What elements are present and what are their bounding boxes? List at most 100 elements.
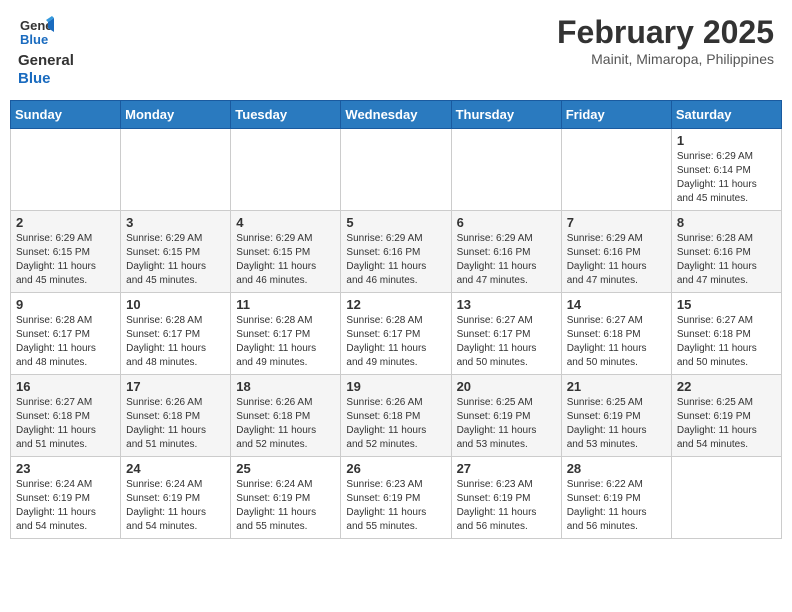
calendar-cell: 26 Sunrise: 6:23 AM Sunset: 6:19 PM Dayli…: [341, 457, 451, 539]
calendar-week-row: 9Sunrise: 6:28 AM Sunset: 6:17 PM Daylig…: [11, 293, 782, 375]
calendar-cell: 2 Sunrise: 6:29 AM Sunset: 6:15 PM Daylig…: [11, 211, 121, 293]
day-info: Sunrise: 6:22 AM Sunset: 6:19 PM Dayligh…: [567, 478, 666, 534]
day-info: Sunrise: 6:26 AM Sunset: 6:18 PM Dayligh…: [346, 396, 445, 452]
day-number: 5: [346, 215, 445, 230]
day-info: Sunrise: 6:25 AM Sunset: 6:19 PM Dayligh…: [677, 396, 776, 452]
day-number: 14: [567, 297, 666, 312]
logo-general: General: [18, 52, 74, 69]
calendar-cell: 11Sunrise: 6:28 AM Sunset: 6:17 PM Dayli…: [231, 293, 341, 375]
calendar-cell: 12Sunrise: 6:28 AM Sunset: 6:17 PM Dayli…: [341, 293, 451, 375]
day-info: Sunrise: 6:29 AM Sunset: 6:15 PM Dayligh…: [16, 232, 115, 288]
calendar-cell: 15 Sunrise: 6:27 AM Sunset: 6:18 PM Dayli…: [671, 293, 781, 375]
calendar-cell: 14 Sunrise: 6:27 AM Sunset: 6:18 PM Dayli…: [561, 293, 671, 375]
day-number: 24: [126, 461, 225, 476]
day-info: Sunrise: 6:24 AM Sunset: 6:19 PM Dayligh…: [236, 478, 335, 534]
calendar-cell: 3Sunrise: 6:29 AM Sunset: 6:15 PM Daylig…: [121, 211, 231, 293]
day-info: Sunrise: 6:24 AM Sunset: 6:19 PM Dayligh…: [126, 478, 225, 534]
logo: General Blue General Blue: [18, 14, 74, 88]
day-info: Sunrise: 6:27 AM Sunset: 6:17 PM Dayligh…: [457, 314, 556, 370]
day-info: Sunrise: 6:26 AM Sunset: 6:18 PM Dayligh…: [126, 396, 225, 452]
day-number: 2: [16, 215, 115, 230]
calendar-week-row: 23 Sunrise: 6:24 AM Sunset: 6:19 PM Dayli…: [11, 457, 782, 539]
day-number: 11: [236, 297, 335, 312]
calendar-cell: 24 Sunrise: 6:24 AM Sunset: 6:19 PM Dayli…: [121, 457, 231, 539]
day-number: 25: [236, 461, 335, 476]
calendar-cell: 18 Sunrise: 6:26 AM Sunset: 6:18 PM Dayli…: [231, 375, 341, 457]
day-info: Sunrise: 6:29 AM Sunset: 6:15 PM Dayligh…: [236, 232, 335, 288]
calendar-cell: 7 Sunrise: 6:29 AM Sunset: 6:16 PM Daylig…: [561, 211, 671, 293]
calendar-cell: 6 Sunrise: 6:29 AM Sunset: 6:16 PM Daylig…: [451, 211, 561, 293]
calendar-cell: 8 Sunrise: 6:28 AM Sunset: 6:16 PM Daylig…: [671, 211, 781, 293]
day-info: Sunrise: 6:25 AM Sunset: 6:19 PM Dayligh…: [457, 396, 556, 452]
calendar-cell: [121, 129, 231, 211]
weekday-header-tuesday: Tuesday: [231, 101, 341, 129]
day-number: 22: [677, 379, 776, 394]
day-info: Sunrise: 6:26 AM Sunset: 6:18 PM Dayligh…: [236, 396, 335, 452]
day-number: 6: [457, 215, 556, 230]
calendar-cell: 28 Sunrise: 6:22 AM Sunset: 6:19 PM Dayli…: [561, 457, 671, 539]
day-info: Sunrise: 6:29 AM Sunset: 6:14 PM Dayligh…: [677, 150, 776, 206]
day-info: Sunrise: 6:28 AM Sunset: 6:17 PM Dayligh…: [346, 314, 445, 370]
day-number: 13: [457, 297, 556, 312]
calendar-cell: 22 Sunrise: 6:25 AM Sunset: 6:19 PM Dayli…: [671, 375, 781, 457]
weekday-header-friday: Friday: [561, 101, 671, 129]
day-number: 3: [126, 215, 225, 230]
calendar-cell: 13 Sunrise: 6:27 AM Sunset: 6:17 PM Dayli…: [451, 293, 561, 375]
weekday-header-wednesday: Wednesday: [341, 101, 451, 129]
calendar-cell: 4 Sunrise: 6:29 AM Sunset: 6:15 PM Daylig…: [231, 211, 341, 293]
calendar-cell: 27 Sunrise: 6:23 AM Sunset: 6:19 PM Dayli…: [451, 457, 561, 539]
weekday-header-saturday: Saturday: [671, 101, 781, 129]
calendar-table: SundayMondayTuesdayWednesdayThursdayFrid…: [10, 100, 782, 539]
weekday-header-sunday: Sunday: [11, 101, 121, 129]
day-info: Sunrise: 6:29 AM Sunset: 6:16 PM Dayligh…: [346, 232, 445, 288]
calendar-cell: [231, 129, 341, 211]
calendar-cell: [671, 457, 781, 539]
day-info: Sunrise: 6:23 AM Sunset: 6:19 PM Dayligh…: [346, 478, 445, 534]
calendar-cell: 17Sunrise: 6:26 AM Sunset: 6:18 PM Dayli…: [121, 375, 231, 457]
logo-blue: Blue: [18, 70, 51, 87]
calendar-cell: 1 Sunrise: 6:29 AM Sunset: 6:14 PM Daylig…: [671, 129, 781, 211]
day-info: Sunrise: 6:27 AM Sunset: 6:18 PM Dayligh…: [567, 314, 666, 370]
day-info: Sunrise: 6:28 AM Sunset: 6:16 PM Dayligh…: [677, 232, 776, 288]
day-number: 19: [346, 379, 445, 394]
day-info: Sunrise: 6:27 AM Sunset: 6:18 PM Dayligh…: [677, 314, 776, 370]
day-number: 21: [567, 379, 666, 394]
day-number: 16: [16, 379, 115, 394]
day-info: Sunrise: 6:28 AM Sunset: 6:17 PM Dayligh…: [126, 314, 225, 370]
day-info: Sunrise: 6:28 AM Sunset: 6:17 PM Dayligh…: [16, 314, 115, 370]
calendar-cell: 5 Sunrise: 6:29 AM Sunset: 6:16 PM Daylig…: [341, 211, 451, 293]
location-subtitle: Mainit, Mimaropa, Philippines: [557, 51, 774, 67]
weekday-header-monday: Monday: [121, 101, 231, 129]
day-number: 20: [457, 379, 556, 394]
day-number: 27: [457, 461, 556, 476]
calendar-week-row: 2 Sunrise: 6:29 AM Sunset: 6:15 PM Daylig…: [11, 211, 782, 293]
day-number: 15: [677, 297, 776, 312]
calendar-cell: 16Sunrise: 6:27 AM Sunset: 6:18 PM Dayli…: [11, 375, 121, 457]
calendar-cell: 23 Sunrise: 6:24 AM Sunset: 6:19 PM Dayli…: [11, 457, 121, 539]
calendar-body: 1 Sunrise: 6:29 AM Sunset: 6:14 PM Daylig…: [11, 129, 782, 539]
day-number: 4: [236, 215, 335, 230]
day-info: Sunrise: 6:23 AM Sunset: 6:19 PM Dayligh…: [457, 478, 556, 534]
day-number: 18: [236, 379, 335, 394]
day-number: 28: [567, 461, 666, 476]
day-number: 1: [677, 133, 776, 148]
month-year-title: February 2025: [557, 14, 774, 51]
day-info: Sunrise: 6:29 AM Sunset: 6:16 PM Dayligh…: [457, 232, 556, 288]
day-number: 23: [16, 461, 115, 476]
calendar-header: SundayMondayTuesdayWednesdayThursdayFrid…: [11, 101, 782, 129]
day-info: Sunrise: 6:25 AM Sunset: 6:19 PM Dayligh…: [567, 396, 666, 452]
calendar-cell: 9Sunrise: 6:28 AM Sunset: 6:17 PM Daylig…: [11, 293, 121, 375]
calendar-cell: [341, 129, 451, 211]
day-number: 8: [677, 215, 776, 230]
calendar-cell: 19 Sunrise: 6:26 AM Sunset: 6:18 PM Dayli…: [341, 375, 451, 457]
day-info: Sunrise: 6:24 AM Sunset: 6:19 PM Dayligh…: [16, 478, 115, 534]
calendar-week-row: 1 Sunrise: 6:29 AM Sunset: 6:14 PM Daylig…: [11, 129, 782, 211]
day-info: Sunrise: 6:29 AM Sunset: 6:16 PM Dayligh…: [567, 232, 666, 288]
svg-text:Blue: Blue: [20, 32, 48, 47]
calendar-cell: [451, 129, 561, 211]
weekday-header-thursday: Thursday: [451, 101, 561, 129]
weekday-header-row: SundayMondayTuesdayWednesdayThursdayFrid…: [11, 101, 782, 129]
day-number: 7: [567, 215, 666, 230]
day-number: 26: [346, 461, 445, 476]
calendar-week-row: 16Sunrise: 6:27 AM Sunset: 6:18 PM Dayli…: [11, 375, 782, 457]
